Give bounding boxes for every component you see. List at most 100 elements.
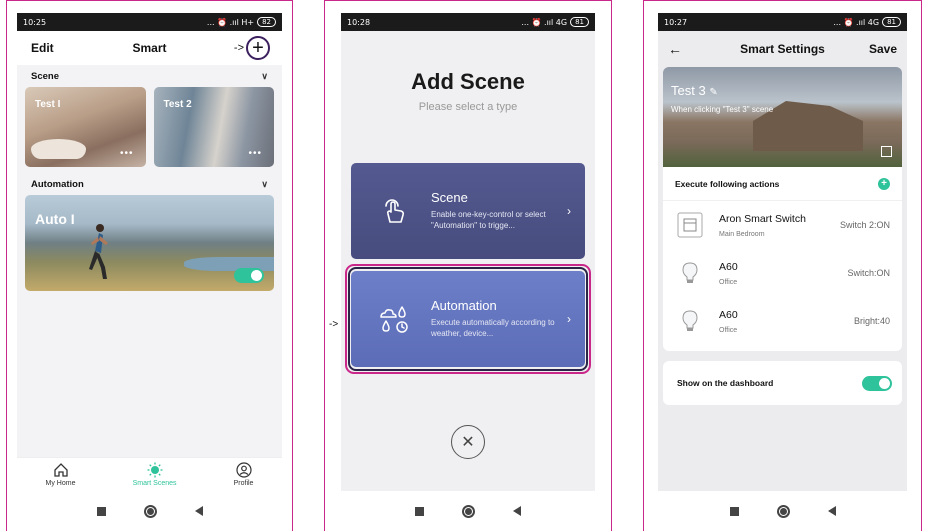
scene-card[interactable]: Test 2 •••: [153, 87, 274, 167]
scene-type-text: Scene Enable one-key-control or select "…: [431, 190, 559, 232]
screenshot-frame-smart: 10:25 ... ⏰ .ııl H+ 82 Edit Smart -> + S…: [6, 0, 293, 531]
home-button-icon[interactable]: [143, 504, 157, 518]
automation-section-header[interactable]: Automation ∨: [17, 173, 282, 195]
action-room: Main Bedroom: [719, 230, 765, 238]
status-icons: ... ⏰ .ııl 4G: [833, 17, 880, 27]
android-nav-bar: [341, 491, 595, 531]
add-wrap: -> +: [234, 36, 270, 60]
status-time: 10:27: [664, 17, 688, 27]
tab-smart-scenes[interactable]: Smart Scenes: [133, 462, 177, 487]
tab-profile[interactable]: Profile: [233, 462, 254, 487]
automation-section-title: Automation: [31, 178, 84, 190]
action-room: Office: [719, 278, 738, 286]
battery-icon: 81: [570, 17, 589, 27]
tap-hand-icon: [385, 199, 405, 223]
automation-type-name: Automation: [431, 298, 497, 314]
status-time: 10:25: [23, 17, 47, 27]
action-state: Bright:40: [853, 316, 890, 326]
chevron-right-icon: ›: [567, 312, 571, 326]
bulb-icon: [675, 306, 705, 336]
scene-type-name: Scene: [431, 190, 468, 206]
action-state: Switch 2:ON: [839, 220, 890, 230]
runner-image: [89, 224, 108, 279]
switch-icon: [675, 210, 705, 240]
phone-smart-settings-screen: 10:27 ... ⏰ .ııl 4G 81 ← Smart Settings …: [658, 13, 907, 531]
dashboard-toggle[interactable]: [862, 375, 892, 391]
status-icons: ... ⏰ .ııl 4G: [521, 17, 568, 27]
status-bar: 10:27 ... ⏰ .ııl 4G 81: [658, 13, 907, 31]
scene-card-label: Test 2: [163, 99, 192, 110]
back-icon[interactable]: [513, 506, 521, 516]
scene-card-list: Test I ••• Test 2 •••: [17, 87, 282, 167]
action-state: Switch:ON: [847, 268, 890, 278]
bulb-icon: [675, 258, 705, 288]
weather-icon: [380, 306, 408, 333]
scene-type-desc: Enable one-key-control or select "Automa…: [431, 210, 546, 230]
screenshot-frame-smart-settings: 10:27 ... ⏰ .ııl 4G 81 ← Smart Settings …: [643, 0, 922, 531]
scene-name: Test 3: [671, 83, 706, 98]
home-icon: [53, 463, 68, 477]
status-icons: ... ⏰ .ııl H+: [206, 17, 255, 27]
app-header: ← Smart Settings Save: [658, 31, 907, 67]
close-button[interactable]: ✕: [451, 425, 485, 459]
action-device-name: Aron Smart Switch: [719, 212, 806, 225]
actions-title: Execute following actions: [675, 178, 780, 189]
add-scene-button[interactable]: +: [246, 36, 270, 60]
tab-my-home[interactable]: My Home: [46, 462, 75, 487]
dashboard-label: Show on the dashboard: [677, 378, 774, 388]
annotation-arrow: ->: [329, 319, 339, 330]
action-device-name: A60: [719, 308, 738, 321]
android-nav-bar: [17, 491, 282, 531]
scene-trigger-desc: When clicking "Test 3" scene: [671, 105, 774, 114]
save-button[interactable]: Save: [869, 42, 897, 56]
scene-hero-banner: Test 3 ✎ When clicking "Test 3" scene: [663, 67, 902, 167]
tab-label: Profile: [233, 480, 254, 487]
status-bar: 10:28 ... ⏰ .ııl 4G 81: [341, 13, 595, 31]
dashboard-setting-row: Show on the dashboard: [663, 361, 902, 405]
scene-type-option[interactable]: Scene Enable one-key-control or select "…: [351, 163, 585, 259]
recents-icon[interactable]: [96, 506, 106, 516]
back-arrow-icon[interactable]: ←: [668, 41, 682, 57]
recents-icon[interactable]: [729, 506, 739, 516]
chevron-down-icon: ∨: [261, 70, 268, 81]
profile-icon: [235, 462, 252, 478]
automation-card[interactable]: Auto I: [25, 195, 274, 291]
automation-type-option[interactable]: Automation Execute automatically accordi…: [351, 271, 585, 367]
sun-icon: [147, 462, 163, 478]
home-button-icon[interactable]: [462, 504, 475, 518]
action-info: Aron Smart Switch Main Bedroom: [719, 213, 840, 238]
action-room: Office: [719, 326, 738, 334]
add-action-button[interactable]: +: [878, 177, 890, 190]
scene-card[interactable]: Test I •••: [25, 87, 146, 167]
annotation-arrow: ->: [233, 42, 244, 54]
recents-icon[interactable]: [415, 506, 424, 516]
scene-section-header[interactable]: Scene ∨: [17, 65, 282, 87]
smart-content: Edit Smart -> + Scene ∨ Test I ••• Test …: [17, 31, 282, 491]
back-icon[interactable]: [194, 506, 203, 516]
more-icon[interactable]: •••: [248, 148, 262, 159]
chevron-right-icon: ›: [567, 204, 571, 218]
battery-icon: 82: [257, 17, 276, 27]
change-image-icon[interactable]: [881, 146, 892, 157]
scene-section-title: Scene: [31, 70, 59, 82]
action-row[interactable]: Aron Smart Switch Main Bedroom Switch 2:…: [663, 201, 902, 249]
action-row[interactable]: A60 Office Bright:40: [663, 297, 902, 345]
action-device-name: A60: [719, 260, 738, 273]
more-icon[interactable]: •••: [120, 148, 134, 159]
back-icon[interactable]: [827, 506, 836, 516]
edit-pencil-icon[interactable]: ✎: [709, 87, 717, 98]
phone-smart-screen: 10:25 ... ⏰ .ııl H+ 82 Edit Smart -> + S…: [17, 13, 282, 531]
battery-icon: 81: [882, 17, 901, 27]
scene-name-row[interactable]: Test 3 ✎: [671, 83, 718, 98]
action-row[interactable]: A60 Office Switch:ON: [663, 249, 902, 297]
automation-type-text: Automation Execute automatically accordi…: [431, 298, 559, 340]
status-bar: 10:25 ... ⏰ .ııl H+ 82: [17, 13, 282, 31]
home-button-icon[interactable]: [776, 504, 790, 518]
automation-card-label: Auto I: [35, 211, 75, 227]
chevron-down-icon: ∨: [261, 178, 268, 189]
edit-button[interactable]: Edit: [31, 41, 54, 55]
automation-toggle[interactable]: [234, 268, 264, 283]
status-time: 10:28: [347, 17, 371, 27]
action-info: A60 Office: [719, 309, 854, 334]
add-scene-content: Add Scene Please select a type Scene Ena…: [341, 31, 595, 491]
